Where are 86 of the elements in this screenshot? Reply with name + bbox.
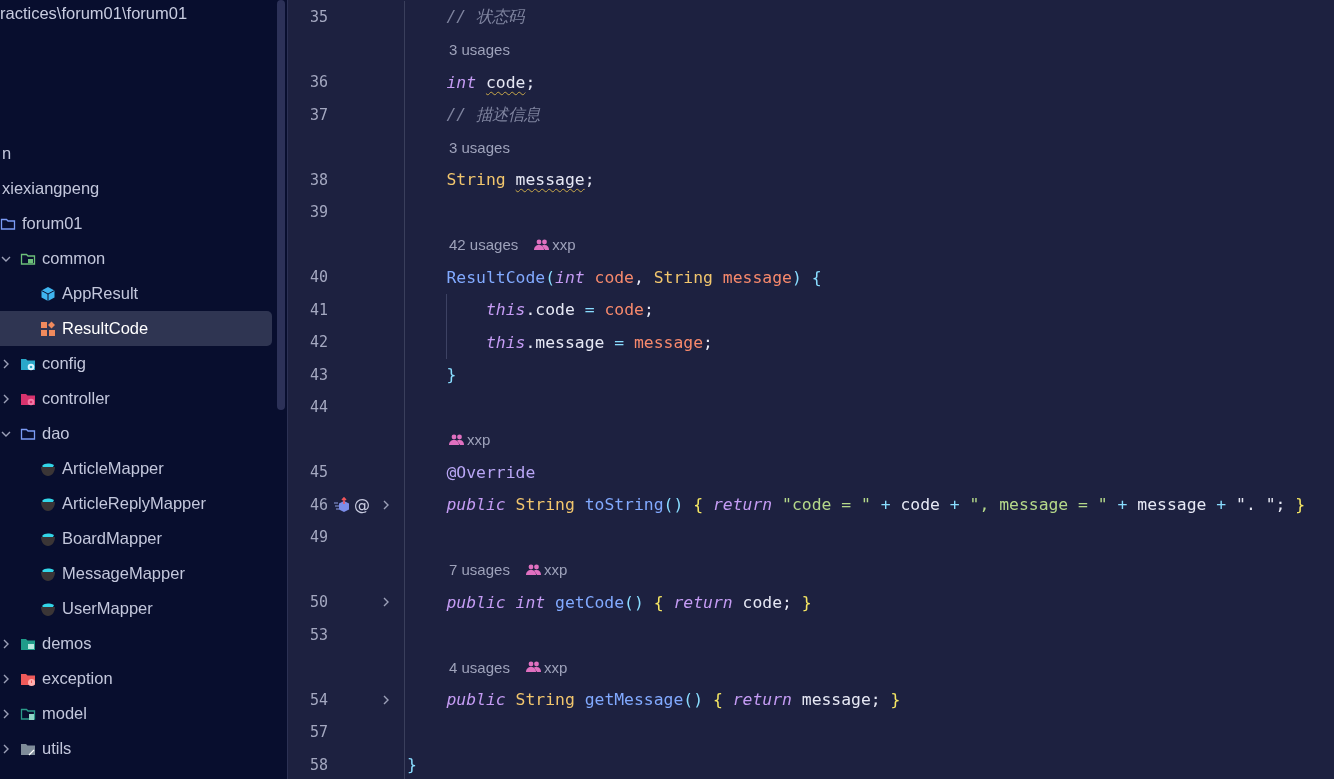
tree-item-label: MessageMapper — [62, 564, 185, 583]
cube-arrow-icon[interactable] — [334, 496, 350, 513]
code-line: this.code = code; — [484, 300, 654, 320]
author-hint[interactable]: xxp — [552, 236, 576, 254]
tree-item[interactable]: AppResult — [0, 276, 272, 311]
code-line: } — [445, 365, 457, 385]
tree-item[interactable]: n — [0, 136, 272, 171]
grid-icon — [40, 320, 56, 337]
tree-item[interactable]: dao — [0, 416, 272, 451]
scrollbar-thumb[interactable] — [277, 0, 285, 410]
code-line: // 描述信息 — [445, 103, 541, 126]
tree-item[interactable]: ArticleMapper — [0, 451, 272, 486]
tree-item[interactable]: config — [0, 346, 272, 381]
tree-item-label: exception — [42, 669, 113, 688]
code-line: this.message = message; — [484, 332, 713, 352]
tree-item-label: controller — [42, 389, 110, 408]
line-number: 53 — [308, 625, 328, 644]
tree-item[interactable]: exception — [0, 661, 272, 696]
usages-hint[interactable]: 3 usages — [449, 41, 510, 59]
tree-item-label: ArticleReplyMapper — [62, 494, 206, 513]
tree-item-label: common — [42, 249, 106, 268]
usages-hint[interactable]: 4 usages — [449, 658, 510, 676]
tree-item[interactable]: demos — [0, 626, 272, 661]
line-number: 58 — [308, 755, 328, 774]
tree-item[interactable]: ResultCode — [0, 311, 272, 346]
line-number: 40 — [308, 268, 328, 287]
tree-item-label: UserMapper — [62, 599, 153, 618]
line-number: 39 — [308, 203, 328, 222]
tree-item-label: ArticleMapper — [62, 459, 164, 478]
tree-item[interactable]: BoardMapper — [0, 521, 272, 556]
people-icon — [534, 238, 550, 251]
author-hint[interactable]: xxp — [543, 658, 568, 676]
cube-icon — [40, 285, 56, 302]
line-number: 45 — [308, 463, 328, 482]
people-icon — [525, 661, 541, 674]
code-line: @Override — [445, 462, 536, 482]
tree-item[interactable]: UserMapper — [0, 591, 272, 626]
tree-item-label: config — [42, 354, 87, 373]
tree-item[interactable]: MessageMapper — [0, 556, 272, 591]
line-number: 35 — [308, 8, 328, 27]
tree-item-label: demos — [42, 634, 92, 653]
usages-hint[interactable]: 3 usages — [449, 138, 510, 156]
tree-item-label: n — [2, 144, 12, 163]
line-number: 54 — [308, 690, 328, 709]
people-icon — [525, 563, 541, 576]
at-sign-marker[interactable]: @ — [354, 495, 370, 515]
tree-item-label: forum01 — [22, 214, 83, 233]
line-number: 49 — [308, 528, 328, 547]
line-number: 37 — [308, 105, 328, 124]
tree-item[interactable]: controller — [0, 381, 272, 416]
author-hint[interactable]: xxp — [467, 431, 491, 449]
code-line: ResultCode(int code, String message) { — [445, 267, 822, 287]
line-number: 50 — [308, 593, 328, 612]
tree-item-label: utils — [42, 739, 72, 758]
line-number: 38 — [308, 170, 328, 189]
tree-item[interactable]: common — [0, 241, 272, 276]
tree-item-label: BoardMapper — [62, 529, 162, 548]
line-number: 44 — [308, 398, 328, 417]
tree-item-label: xiexiangpeng — [2, 179, 100, 198]
project-path: ractices\forum01\forum01 — [0, 4, 188, 23]
code-line: String message; — [445, 170, 595, 190]
tree-item[interactable]: forum01 — [0, 206, 272, 241]
tree-item[interactable]: ArticleReplyMapper — [0, 486, 272, 521]
usages-hint[interactable]: 42 usages — [449, 236, 519, 254]
tree-item-label: AppResult — [62, 284, 139, 303]
line-number: 46 — [308, 495, 328, 514]
line-number: 42 — [308, 333, 328, 352]
tree-item[interactable]: xiexiangpeng — [0, 171, 272, 206]
code-line: } — [407, 755, 417, 775]
line-number: 36 — [308, 73, 328, 92]
tree-item[interactable]: utils — [0, 731, 272, 766]
code-line: public int getCode() { return code; } — [445, 592, 812, 612]
usages-hint[interactable]: 7 usages — [449, 561, 510, 579]
line-number: 43 — [308, 365, 328, 384]
author-hint[interactable]: xxp — [543, 561, 568, 579]
line-number: 57 — [308, 723, 328, 742]
tree-item[interactable]: model — [0, 696, 272, 731]
tree-item-label: ResultCode — [62, 319, 149, 338]
code-line: public String toString() { return "code = " + code + ", message = " + message + ". "; } — [445, 495, 1306, 515]
people-icon — [449, 433, 464, 446]
code-line: // 状态码 — [445, 6, 525, 29]
line-number: 41 — [308, 300, 328, 319]
tree-item-label: dao — [42, 424, 70, 443]
code-line: public String getMessage() { return message; } — [445, 690, 901, 710]
tree-item-label: model — [42, 704, 87, 723]
code-line: int code; — [445, 72, 536, 92]
